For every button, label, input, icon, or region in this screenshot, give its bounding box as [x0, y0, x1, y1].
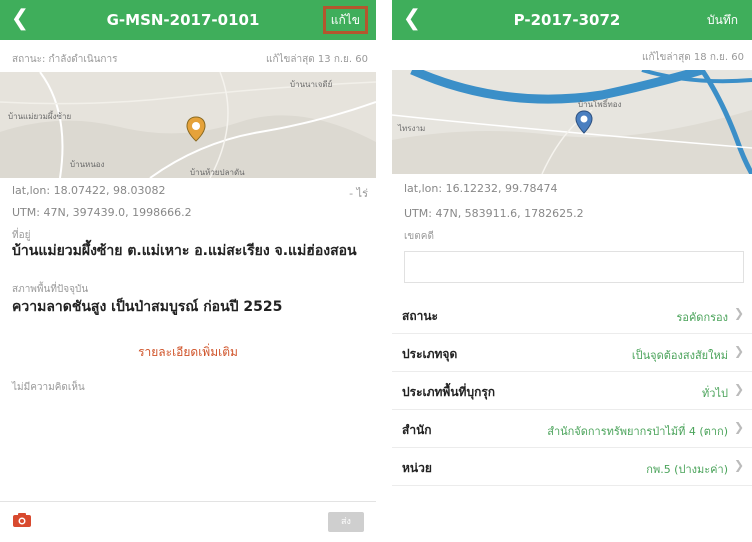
- map-label: ไทรงาม: [398, 124, 426, 133]
- map-view[interactable]: บ้านโพธิ์ทอง ไทรงาม: [392, 70, 752, 174]
- map-terrain: [392, 70, 752, 174]
- list-item-value: กพ.5 (ปางมะค่า): [646, 463, 728, 476]
- chevron-right-icon: ❯: [733, 420, 744, 434]
- status-text: สถานะ: กำลังดำเนินการ: [12, 54, 118, 65]
- back-button[interactable]: ❮: [398, 5, 426, 33]
- list-item-value: เป็นจุดต้องสงสัยใหม่: [631, 349, 728, 362]
- status-row: สถานะ: กำลังดำเนินการ แก้ไขล่าสุด 13 ก.ย…: [0, 42, 376, 72]
- map-label: บ้านนาเจดีย์: [290, 80, 333, 89]
- camera-icon[interactable]: [12, 512, 32, 528]
- list-item-label: สถานะ: [402, 309, 438, 323]
- utm-text: UTM: 47N, 397439.0, 1998666.2: [12, 206, 192, 219]
- list-item-status[interactable]: สถานะ รอคัดกรอง ❯: [392, 296, 752, 334]
- remark-input[interactable]: [404, 251, 744, 283]
- right-phone-screen: ❮ P-2017-3072 บันทึก แก้ไขล่าสุด 18 ก.ย.…: [392, 0, 752, 542]
- list-item-value: รอคัดกรอง: [676, 311, 728, 324]
- list-item-label: ประเภทจุด: [402, 347, 458, 361]
- list-item-unit[interactable]: หน่วย กพ.5 (ปางมะค่า) ❯: [392, 448, 752, 486]
- address-label: ที่อยู่: [12, 230, 31, 241]
- latlon-text: lat,lon: 18.07422, 98.03082: [12, 184, 166, 197]
- page-title: P-2017-3072: [513, 11, 621, 29]
- area-value: - ไร่: [349, 187, 368, 200]
- chevron-right-icon: ❯: [733, 458, 744, 472]
- map-view[interactable]: บ้านแม่ยวมผึ้งซ้าย บ้านนาเจดีย์ บ้านหนอง…: [0, 72, 376, 178]
- chevron-left-icon: ❮: [402, 6, 422, 31]
- chevron-left-icon: ❮: [10, 6, 30, 31]
- list-item-label: หน่วย: [402, 461, 432, 475]
- map-pin-icon[interactable]: [575, 110, 593, 134]
- map-label: บ้านแม่ยวมผึ้งซ้าย: [8, 112, 72, 121]
- condition-value: ความลาดชันสูง เป็นป่าสมบูรณ์ ก่อนปี 2525: [12, 299, 283, 315]
- list-item-value: ทั่วไป: [702, 387, 728, 400]
- left-phone-screen: ❮ G-MSN-2017-0101 แก้ไข สถานะ: กำลังดำเน…: [0, 0, 376, 542]
- address-value: บ้านแม่ยวมผึ้งซ้าย ต.แม่เหาะ อ.แม่สะเรีย…: [12, 243, 357, 259]
- map-pin-icon[interactable]: [186, 116, 206, 142]
- chevron-right-icon: ❯: [733, 344, 744, 358]
- last-updated-text: แก้ไขล่าสุด 13 ก.ย. 60: [266, 54, 368, 65]
- list-item-encroachment-type[interactable]: ประเภทพื้นที่บุกรุก ทั่วไป ❯: [392, 372, 752, 410]
- navbar: ❮ P-2017-3072 บันทึก: [392, 0, 752, 40]
- utm-text: UTM: 47N, 583911.6, 1782625.2: [404, 207, 584, 220]
- no-comments-text: ไม่มีความคิดเห็น: [12, 382, 85, 393]
- navbar: ❮ G-MSN-2017-0101 แก้ไข: [0, 0, 376, 40]
- list-item-label: สำนัก: [402, 423, 432, 437]
- list-item-label: ประเภทพื้นที่บุกรุก: [402, 385, 496, 399]
- bottom-bar: ส่ง: [0, 501, 376, 542]
- page-title: G-MSN-2017-0101: [106, 11, 260, 29]
- status-row: แก้ไขล่าสุด 18 ก.ย. 60: [392, 40, 752, 70]
- condition-label: สภาพพื้นที่ปัจจุบัน: [12, 284, 89, 295]
- last-updated-text: แก้ไขล่าสุด 18 ก.ย. 60: [642, 52, 744, 63]
- map-label: บ้านห้วยปลาดัน: [190, 168, 245, 177]
- back-button[interactable]: ❮: [6, 5, 34, 33]
- more-details-link[interactable]: รายละเอียดเพิ่มเติม: [0, 343, 376, 362]
- list-item-value: สำนักจัดการทรัพยากรป่าไม้ที่ 4 (ตาก): [547, 425, 728, 438]
- latlon-text: lat,lon: 16.12232, 99.78474: [404, 182, 558, 195]
- chevron-right-icon: ❯: [733, 382, 744, 396]
- remark-label: เขตคดี: [404, 231, 434, 242]
- save-button[interactable]: บันทึก: [701, 8, 744, 32]
- list-item-office[interactable]: สำนัก สำนักจัดการทรัพยากรป่าไม้ที่ 4 (ตา…: [392, 410, 752, 448]
- chevron-right-icon: ❯: [733, 306, 744, 320]
- edit-button[interactable]: แก้ไข: [322, 6, 369, 34]
- list-item-point-type[interactable]: ประเภทจุด เป็นจุดต้องสงสัยใหม่ ❯: [392, 334, 752, 372]
- send-button[interactable]: ส่ง: [328, 512, 364, 532]
- map-label: บ้านหนอง: [70, 160, 105, 169]
